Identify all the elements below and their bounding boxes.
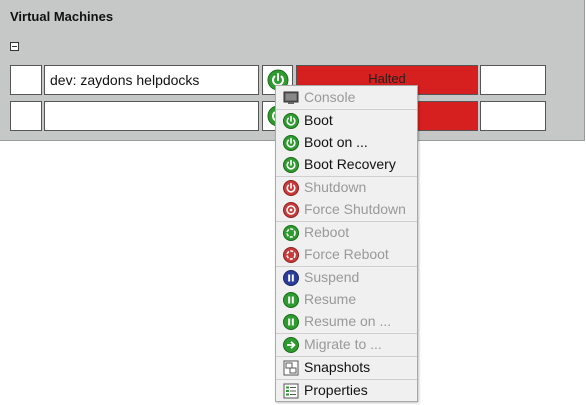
vm-row-1-name[interactable]: dev: zaydons helpdocks	[44, 65, 259, 95]
vm-context-menu: Console Boot Boot on ... Boot Recovery S…	[275, 85, 418, 402]
panel-title: Virtual Machines	[10, 9, 114, 24]
menu-item-force-reboot[interactable]: Force Reboot	[276, 244, 417, 266]
reboot-red-icon	[283, 247, 299, 263]
menu-item-boot[interactable]: Boot	[276, 110, 417, 132]
power-green-icon	[283, 135, 299, 151]
menu-item-console[interactable]: Console	[276, 87, 417, 109]
menu-item-label: Snapshots	[304, 359, 371, 375]
menu-item-boot-on[interactable]: Boot on ...	[276, 132, 417, 154]
menu-item-label: Console	[304, 89, 356, 105]
play-green-icon	[283, 314, 299, 330]
vm-row-2-extra-cell	[480, 101, 546, 131]
menu-item-resume-on[interactable]: Resume on ...	[276, 311, 417, 333]
power-green-icon	[283, 113, 299, 129]
power-red-icon	[283, 180, 299, 196]
menu-item-label: Shutdown	[304, 179, 367, 195]
snapshots-icon	[283, 360, 299, 376]
menu-item-shutdown[interactable]: Shutdown	[276, 177, 417, 199]
vm-row-1-extra-cell	[480, 65, 546, 95]
menu-item-reboot[interactable]: Reboot	[276, 222, 417, 244]
menu-item-resume[interactable]: Resume	[276, 289, 417, 311]
vm-row-2-select-cell[interactable]	[10, 101, 42, 131]
reboot-green-icon	[283, 225, 299, 241]
menu-item-label: Migrate to ...	[304, 336, 382, 352]
power-red-icon	[283, 202, 299, 218]
menu-item-label: Boot	[304, 112, 333, 128]
menu-item-migrate-to[interactable]: Migrate to ...	[276, 334, 417, 356]
console-icon	[283, 91, 299, 104]
collapse-icon[interactable]	[10, 42, 19, 51]
menu-item-label: Force Reboot	[304, 246, 389, 262]
menu-item-snapshots[interactable]: Snapshots	[276, 357, 417, 379]
vm-row-1-select-cell[interactable]	[10, 65, 42, 95]
play-green-icon	[283, 292, 299, 308]
menu-item-properties[interactable]: Properties	[276, 380, 417, 402]
menu-item-label: Boot on ...	[304, 134, 368, 150]
menu-item-label: Boot Recovery	[304, 156, 396, 172]
vm-row-2-name[interactable]	[44, 101, 259, 131]
menu-item-label: Resume	[304, 291, 357, 307]
menu-item-label: Resume on ...	[304, 313, 392, 329]
arrow-green-icon	[283, 337, 299, 353]
menu-item-label: Suspend	[304, 269, 360, 285]
menu-item-boot-recovery[interactable]: Boot Recovery	[276, 154, 417, 176]
menu-item-label: Reboot	[304, 224, 350, 240]
menu-item-label: Properties	[304, 382, 368, 398]
menu-item-label: Force Shutdown	[304, 201, 406, 217]
power-green-icon	[283, 157, 299, 173]
properties-icon	[283, 383, 299, 399]
menu-item-force-shutdown[interactable]: Force Shutdown	[276, 199, 417, 221]
pause-blue-icon	[283, 270, 299, 286]
menu-item-suspend[interactable]: Suspend	[276, 267, 417, 289]
